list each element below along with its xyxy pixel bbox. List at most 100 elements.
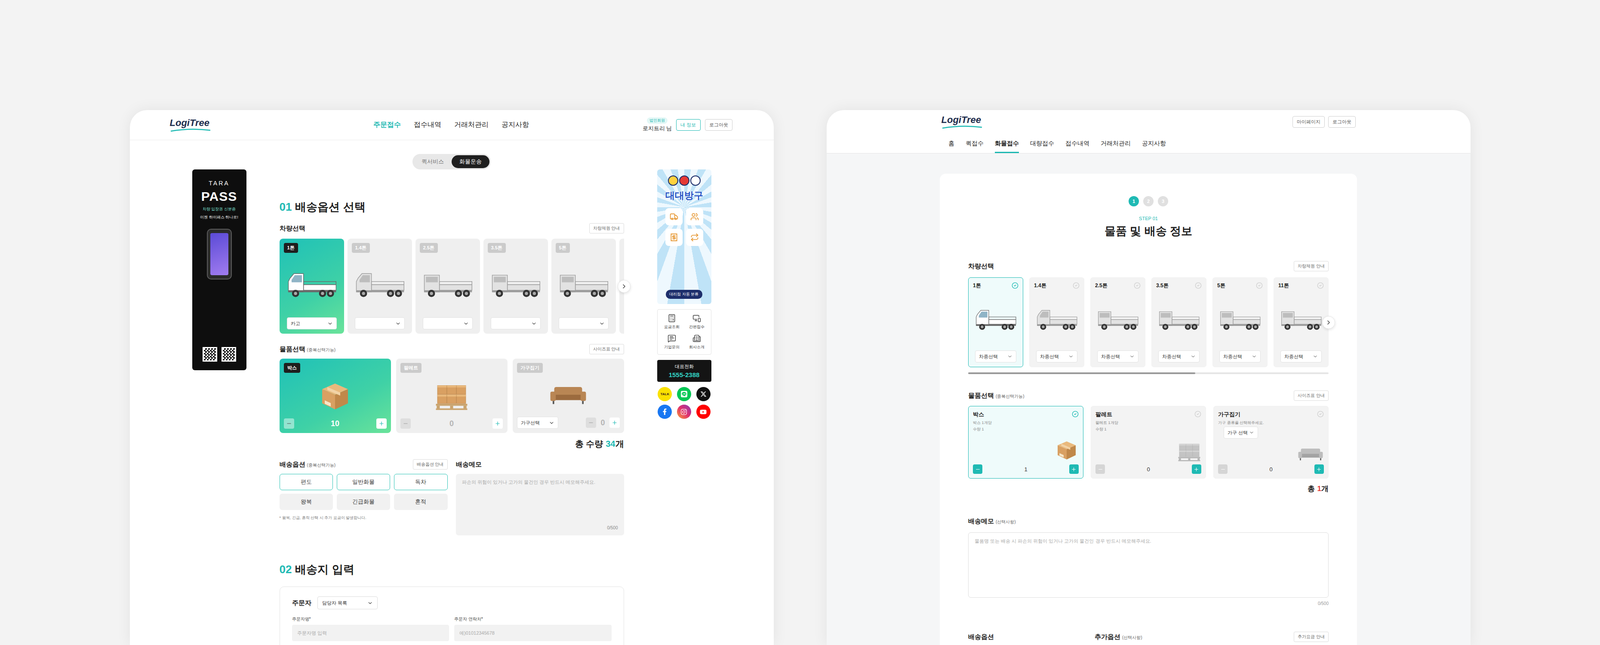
increase-button[interactable] bbox=[1314, 464, 1324, 474]
nav-item[interactable]: 공지사항 bbox=[1141, 133, 1167, 154]
logo[interactable]: LogiTree bbox=[941, 114, 983, 130]
service-tab[interactable]: 화물운송 bbox=[451, 155, 490, 169]
option-button[interactable]: 편도 bbox=[279, 473, 333, 491]
goods-card[interactable]: 박스10 bbox=[279, 358, 391, 434]
furniture-select[interactable]: 가구선택 bbox=[516, 416, 559, 429]
increase-button[interactable] bbox=[1191, 464, 1202, 474]
furniture-select[interactable]: 가구 선택 bbox=[1223, 426, 1259, 439]
vehicle-type-select[interactable]: 차종선택 bbox=[1280, 350, 1322, 363]
vehicle-type-select[interactable]: 차종선택 bbox=[1158, 350, 1200, 363]
vehicle-type-select[interactable]: 차종선택 bbox=[1219, 350, 1261, 363]
guide-button[interactable]: 차량제원 안내 bbox=[589, 223, 625, 234]
vehicle-type-select[interactable]: 차종선택 bbox=[975, 350, 1017, 363]
nav-item[interactable]: 홈 bbox=[948, 133, 955, 154]
vehicle-card[interactable]: 1톤카고 bbox=[279, 238, 345, 334]
vehicle-type-select[interactable] bbox=[422, 317, 473, 330]
option-button[interactable]: 긴급화물 bbox=[336, 493, 391, 511]
vehicle-card[interactable]: 2.5톤 bbox=[415, 238, 480, 334]
instagram-icon[interactable] bbox=[676, 404, 692, 419]
left-banner[interactable]: TARAPASS차량 입장권 신분증이젠 하이패스 하나로! bbox=[192, 169, 247, 371]
goods-card[interactable]: 박스박스 1개당수량 11 bbox=[968, 406, 1084, 479]
quick-menu-item[interactable]: 요금조회 bbox=[660, 313, 684, 330]
scroll-thumb[interactable] bbox=[968, 372, 1196, 375]
option-button[interactable]: 왕복 bbox=[279, 493, 333, 511]
decrease-button[interactable] bbox=[400, 418, 411, 429]
x-icon[interactable] bbox=[696, 387, 711, 402]
vehicle-card[interactable]: 1톤차종선택 bbox=[968, 277, 1024, 368]
promo-banner[interactable]: 대대방구대리점 자동 분류 bbox=[657, 169, 712, 305]
check-icon bbox=[1194, 410, 1202, 418]
carousel-scrollbar[interactable] bbox=[968, 372, 1329, 375]
vehicle-type-select[interactable] bbox=[558, 317, 609, 330]
goods-card[interactable]: 팔레트0 bbox=[396, 358, 508, 434]
header-button[interactable]: 마이페이지 bbox=[1292, 116, 1325, 128]
vehicle-card[interactable]: 5톤 bbox=[551, 238, 616, 334]
memo-textarea[interactable] bbox=[461, 479, 619, 526]
guide-button[interactable]: 배송옵션 안내 bbox=[412, 459, 448, 470]
logo[interactable]: LogiTree bbox=[169, 117, 212, 133]
vehicle-card[interactable]: 3.5톤 bbox=[483, 238, 548, 334]
nav-item[interactable]: 거래처관리 bbox=[454, 120, 489, 130]
next-button[interactable] bbox=[1322, 316, 1336, 330]
increase-button[interactable] bbox=[609, 417, 620, 428]
nav-item[interactable]: 접수내역 bbox=[413, 120, 442, 130]
nav-item[interactable]: 화물접수 bbox=[994, 133, 1019, 154]
quick-menu-item[interactable]: 간편접수 bbox=[685, 313, 709, 330]
vehicle-card[interactable]: 5톤차종선택 bbox=[1212, 277, 1268, 368]
facebook-icon[interactable] bbox=[657, 404, 672, 419]
next-button[interactable] bbox=[617, 280, 631, 293]
vehicle-card[interactable]: 3.5톤차종선택 bbox=[1151, 277, 1207, 368]
quick-menu-item[interactable]: 기업문의 bbox=[660, 334, 684, 351]
kakaotalk-icon[interactable]: TALK bbox=[657, 387, 672, 402]
option-button[interactable]: 일반화물 bbox=[336, 473, 391, 491]
nav-item[interactable]: 접수내역 bbox=[1065, 133, 1090, 154]
text-input[interactable] bbox=[454, 624, 612, 642]
text-input[interactable] bbox=[292, 624, 450, 642]
nav-item[interactable]: 주문접수 bbox=[373, 120, 401, 130]
option-button[interactable]: 독차 bbox=[393, 473, 448, 491]
minus-icon bbox=[1097, 466, 1104, 473]
service-tab[interactable]: 퀵서비스 bbox=[413, 155, 452, 169]
goods-card[interactable]: 가구집기가구 종류를 선택해주세요.가구 선택0 bbox=[1213, 406, 1329, 479]
vehicle-card[interactable]: 2.5톤차종선택 bbox=[1090, 277, 1146, 368]
increase-button[interactable] bbox=[1069, 464, 1079, 474]
goods-desc: 수량 1 bbox=[1095, 426, 1119, 433]
manager-select[interactable]: 담당자 목록 bbox=[317, 596, 378, 610]
vehicle-card[interactable]: 1.4톤 bbox=[347, 238, 413, 334]
nav-item[interactable]: 퀵접수 bbox=[965, 133, 984, 154]
vehicle-type-select[interactable]: 차종선택 bbox=[1036, 350, 1078, 363]
header-button[interactable]: 로그아웃 bbox=[1328, 116, 1356, 128]
line-icon[interactable] bbox=[676, 387, 692, 402]
guide-button[interactable]: 사이즈표 안내 bbox=[1293, 390, 1329, 401]
guide-button[interactable]: 차량제원 안내 bbox=[1293, 261, 1329, 272]
decrease-button[interactable] bbox=[283, 418, 295, 429]
header-button[interactable]: 내 정보 bbox=[676, 119, 701, 131]
option-button[interactable]: 혼적 bbox=[393, 493, 448, 511]
guide-button[interactable]: 추가요금 안내 bbox=[1293, 631, 1329, 643]
increase-button[interactable] bbox=[492, 418, 503, 429]
vehicle-art bbox=[972, 289, 1019, 351]
decrease-button[interactable] bbox=[1095, 464, 1105, 474]
vehicle-type-select[interactable] bbox=[354, 317, 405, 330]
goods-header: 물품선택(중복선택가능)사이즈표 안내 bbox=[279, 344, 625, 355]
decrease-button[interactable] bbox=[972, 464, 983, 474]
guide-button[interactable]: 사이즈표 안내 bbox=[589, 344, 625, 355]
vehicle-type-select[interactable] bbox=[490, 317, 541, 330]
memo-textarea[interactable] bbox=[974, 538, 1323, 593]
quick-menu-item[interactable]: 회사소개 bbox=[685, 334, 709, 351]
vehicle-type-select[interactable]: 카고 bbox=[286, 317, 337, 330]
youtube-icon[interactable] bbox=[696, 404, 711, 419]
vehicle-card[interactable]: 1.4톤차종선택 bbox=[1029, 277, 1085, 368]
header-button[interactable]: 로그아웃 bbox=[704, 119, 733, 131]
phone-box[interactable]: 대표전화1555-2388 bbox=[657, 360, 712, 382]
nav-item[interactable]: 공지사항 bbox=[501, 120, 530, 130]
goods-card[interactable]: 팔레트팔레트 1개당수량 10 bbox=[1090, 406, 1207, 479]
nav-item[interactable]: 대량접수 bbox=[1030, 133, 1055, 154]
vehicle-card[interactable]: 11톤차종선택 bbox=[1273, 277, 1329, 368]
decrease-button[interactable] bbox=[1218, 464, 1228, 474]
decrease-button[interactable] bbox=[585, 417, 597, 428]
increase-button[interactable] bbox=[376, 418, 387, 429]
nav-item[interactable]: 거래처관리 bbox=[1100, 133, 1131, 154]
vehicle-type-select[interactable]: 차종선택 bbox=[1097, 350, 1139, 363]
goods-card[interactable]: 가구집기가구선택0 bbox=[512, 358, 625, 434]
